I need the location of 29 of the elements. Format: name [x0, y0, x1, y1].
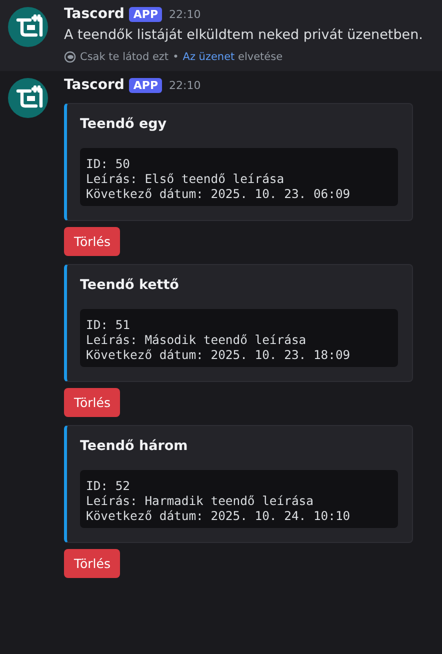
code-line: ID: 52 — [86, 479, 132, 493]
embed-title: Teendő három — [80, 438, 189, 454]
app-badge: APP — [129, 6, 162, 22]
ephemeral-note: Csak te látod ezt — [80, 51, 169, 63]
delete-button[interactable]: Törlés — [64, 227, 120, 256]
code-line: Leírás: Harmadik teendő leírása — [86, 494, 314, 508]
code-line: Leírás: Második teendő leírása — [86, 333, 308, 347]
embed-title: Teendő kettő — [80, 277, 180, 293]
code-line: Következő dátum: 2025. 10. 23. 18:09 — [86, 348, 352, 362]
dismiss-link[interactable]: Az üzenet — [182, 51, 235, 63]
code-line: Leírás: Első teendő leírása — [86, 172, 286, 186]
code-line: Következő dátum: 2025. 10. 23. 06:09 — [86, 187, 352, 201]
eye-icon — [64, 51, 76, 63]
app-badge: APP — [129, 78, 162, 92]
code-line: ID: 50 — [86, 157, 132, 171]
dismiss-text: elvetése — [238, 51, 283, 63]
separator: • — [172, 51, 179, 63]
embed-title: Teendő egy — [80, 116, 168, 132]
code-line: ID: 51 — [86, 318, 132, 332]
message-text: A teendők listáját elküldtem neked privát üzenetben. — [64, 27, 424, 43]
author-name[interactable]: Tascord — [64, 77, 124, 93]
bot-avatar — [8, 78, 48, 118]
timestamp: 22:10 — [169, 78, 201, 92]
code-line: Következő dátum: 2025. 10. 24. 10:10 — [86, 509, 352, 523]
delete-button[interactable]: Törlés — [64, 549, 120, 578]
author-name[interactable]: Tascord — [64, 6, 124, 22]
timestamp: 22:10 — [169, 8, 201, 20]
bot-avatar — [8, 7, 48, 47]
delete-button[interactable]: Törlés — [64, 388, 120, 417]
